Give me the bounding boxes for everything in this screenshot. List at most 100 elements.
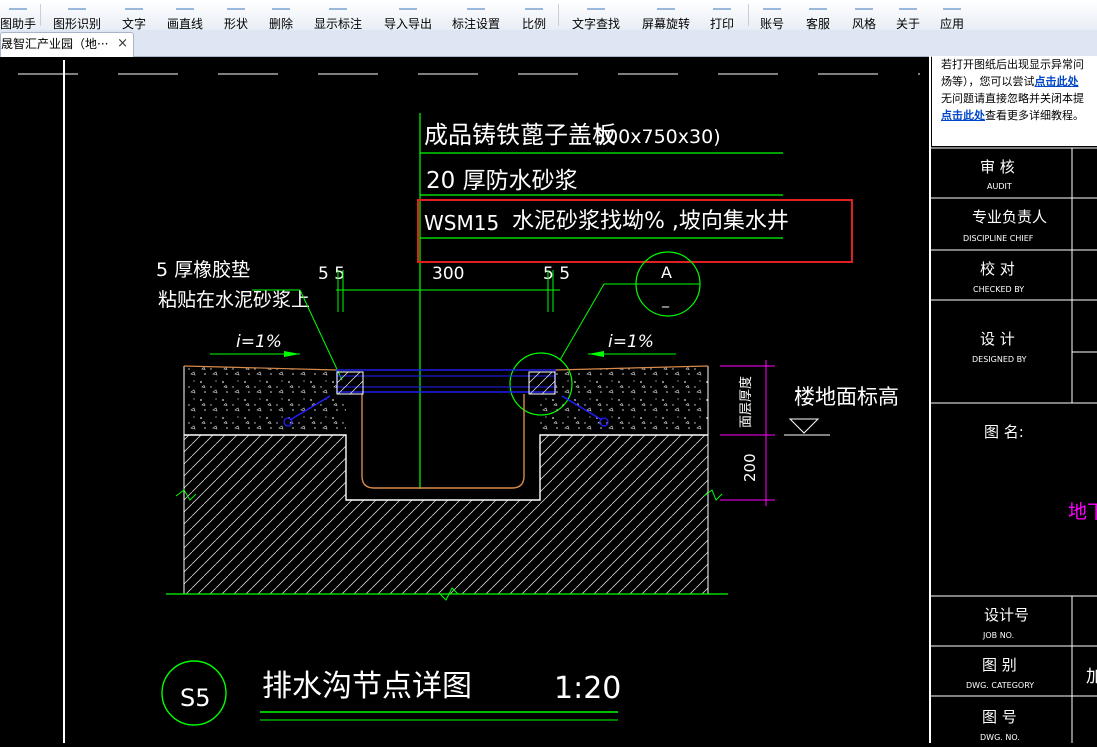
toolbar-text-search-button[interactable]: 文字查找 [566,0,626,31]
category-label-en: DWG. CATEGORY [966,681,1034,690]
recognize-icon [68,0,86,10]
level-mark-triangle [788,418,820,434]
helper-icon [9,0,27,10]
delete-icon [272,0,290,10]
toolbar-shape-button[interactable]: 形状 [216,0,256,31]
dwg-no-label: 图 号 [982,708,1017,726]
rotate-icon [657,0,675,10]
toolbar-rotate-screen-button[interactable]: 屏幕旋转 [636,0,696,31]
drawing-name-label: 图 名: [984,423,1024,441]
designed-label-en: DESIGNED BY [972,355,1027,364]
scale-icon [525,0,543,10]
base-hatch [184,435,708,594]
toolbar-support-button[interactable]: 客服 [800,0,836,31]
toolbar-draw-line-button[interactable]: 画直线 [160,0,210,31]
drawing-name-value: 地下 [1068,501,1097,523]
job-no-label-en: JOB NO. [982,631,1014,640]
layer2-text: 20 厚防水砂浆 [426,168,578,194]
callout-sub-label: _ [661,292,670,308]
designed-label: 设 计 [980,330,1015,348]
category-value: 加 [1086,667,1097,687]
toolbar-separator [40,4,41,26]
about-icon [899,0,917,10]
layer3-code-text: WSM15 [424,211,499,235]
cad-canvas[interactable]: 成品铸铁蓖子盖板 300x750x30) 20 厚防水砂浆 WSM15 水泥砂浆… [0,56,1097,743]
toolbar-show-annotation-button[interactable]: 显示标注 [308,0,368,31]
settings-icon [467,0,485,10]
concrete-layer-right [540,366,708,435]
toolbar-text-button[interactable]: 文字 [114,0,154,31]
gasket-left [336,371,364,395]
toolbar-helper-button[interactable]: 图助手 [0,0,36,31]
notice-link-tutorial[interactable]: 点击此处 [941,109,985,122]
display-issue-notice: 若打开图纸后出现显示异常问 炀等），您可以尝试点击此处 无问题请直接忽略并关闭本… [932,56,1097,146]
dim-5-5-right: 5 5 [543,264,570,284]
import-export-icon [399,0,417,10]
callout-label: A [661,263,672,282]
section-title: 排水沟节点详图 [262,669,472,704]
document-tab[interactable]: 晟智汇产业园（地··· × [0,32,134,57]
slope-left-arrowhead [284,351,300,357]
job-no-label: 设计号 [984,606,1029,624]
notice-line-3: 无问题请直接忽略并关闭本提 [941,92,1084,105]
close-icon[interactable]: × [117,33,128,55]
checked-label: 校 对 [980,260,1015,278]
grate-cover [336,369,556,393]
annotation-icon [329,0,347,10]
toolbar-scale-button[interactable]: 比例 [514,0,554,31]
callout-leader-diag [559,283,605,361]
dim-5-5-left: 5 5 [318,264,345,284]
style-icon [855,0,873,10]
document-tab-bar: 晟智汇产业园（地··· × [0,30,1097,57]
notice-line-4: 点击此处查看更多详细教程。 [941,109,1084,122]
toolbar-annotation-settings-button[interactable]: 标注设置 [446,0,506,31]
account-icon [763,0,781,10]
audit-label: 审 核 [980,158,1015,176]
support-icon [809,0,827,10]
gasket-leader-diag [299,289,343,381]
cad-drawing: 成品铸铁蓖子盖板 300x750x30) 20 厚防水砂浆 WSM15 水泥砂浆… [18,56,1097,743]
notice-line-1: 若打开图纸后出现显示异常问 [941,58,1084,71]
search-icon [587,0,605,10]
section-id: S5 [180,684,211,712]
layer1-text: 成品铸铁蓖子盖板 [424,121,616,149]
toolbar-style-button[interactable]: 风格 [846,0,882,31]
toolbar-print-button[interactable]: 打印 [704,0,740,31]
dim-300: 300 [432,264,464,284]
slope-right-label: i=1% [608,332,654,352]
main-toolbar: 图助手 图形识别 文字 画直线 形状 删除 显示标注 导入导出 标注设置 比例 … [0,0,1097,31]
layer1-dim-text: 300x750x30) [594,126,721,148]
gasket-note-line2: 粘贴在水泥砂浆上 [158,289,310,311]
toolbar-apps-button[interactable]: 应用 [934,0,970,31]
notice-link-fix[interactable]: 点击此处 [1035,75,1079,88]
print-icon [713,0,731,10]
dim-200: 200 [741,453,759,482]
dwg-no-label-en: DWG. NO. [980,733,1020,742]
text-icon [125,0,143,10]
slope-left-label: i=1% [236,332,282,352]
gasket-note-line1: 5 厚橡胶垫 [156,259,250,281]
surface-thickness-label: 面层厚度 [738,376,754,428]
shape-icon [227,0,245,10]
layer3-text: 水泥砂浆找坳% ,坡向集水井 [512,209,789,234]
toolbar-delete-button[interactable]: 删除 [261,0,301,31]
toolbar-account-button[interactable]: 账号 [754,0,790,31]
toolbar-import-export-button[interactable]: 导入导出 [378,0,438,31]
apps-icon [943,0,961,10]
checked-label-en: CHECKED BY [973,285,1024,294]
gasket-right [528,371,556,395]
toolbar-shape-recognize-button[interactable]: 图形识别 [48,0,106,31]
section-scale: 1:20 [554,671,621,706]
notice-line-2: 炀等），您可以尝试点击此处 [941,75,1079,88]
trench-channel-lining [361,394,525,489]
toolbar-separator [558,4,559,26]
toolbar-separator [748,4,749,26]
document-tab-title: 晟智汇产业园（地··· [1,37,109,51]
chief-label-en: DISCIPLINE CHIEF [963,234,1034,243]
line-icon [176,0,194,10]
audit-label-en: AUDIT [987,182,1012,191]
toolbar-about-button[interactable]: 关于 [890,0,926,31]
floor-level-label: 楼地面标高 [794,385,899,409]
chief-label: 专业负责人 [972,208,1047,226]
category-label: 图 别 [982,656,1017,674]
